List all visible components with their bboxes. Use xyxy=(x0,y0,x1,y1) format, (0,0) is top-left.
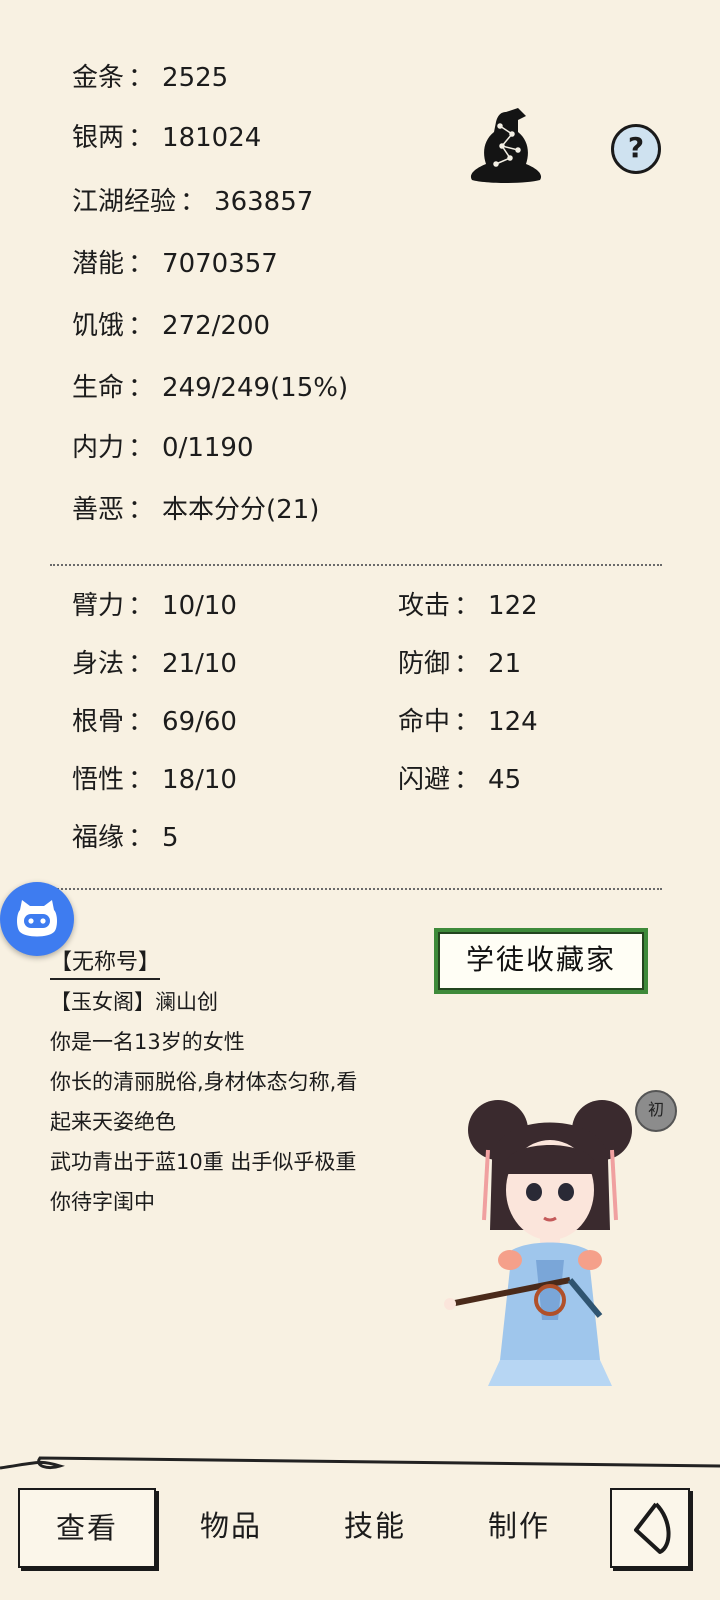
stat-value: 124 xyxy=(488,707,538,737)
meditation-silhouette-icon[interactable] xyxy=(466,104,546,186)
tab-items[interactable]: 物品 xyxy=(164,1488,298,1564)
stat-experience: 江湖经验： 363857 xyxy=(72,186,313,218)
stat-separator: ： xyxy=(128,649,155,679)
bio-line: 武功青出于蓝10重 出手似乎极重 xyxy=(50,1150,357,1174)
stat-separator: ： xyxy=(128,707,155,737)
stat-separator: ： xyxy=(128,591,155,621)
stat-value: 272/200 xyxy=(162,311,271,341)
stat-value: 0/1190 xyxy=(162,433,254,463)
stat-label: 身法 xyxy=(72,649,125,679)
stat-value: 本本分分(21) xyxy=(162,495,320,525)
stat-label: 饥饿 xyxy=(72,311,125,341)
stat-separator: ： xyxy=(180,187,207,217)
stat-separator: ： xyxy=(454,591,481,621)
stat-separator: ： xyxy=(454,765,481,795)
stat-value: 2525 xyxy=(162,63,229,93)
tab-skills[interactable]: 技能 xyxy=(308,1488,442,1564)
attr-strength: 臂力： 10/10 xyxy=(72,590,237,622)
character-portrait xyxy=(444,1100,632,1386)
stat-value: 181024 xyxy=(162,123,262,153)
combat-accuracy: 命中： 124 xyxy=(398,706,538,738)
stat-separator: ： xyxy=(128,123,155,153)
stat-value: 69/60 xyxy=(162,707,237,737)
section-divider xyxy=(50,564,662,566)
stat-label: 悟性 xyxy=(72,765,125,795)
stat-separator: ： xyxy=(128,765,155,795)
stat-label: 攻击 xyxy=(398,591,451,621)
badge-text: 学徒收藏家 xyxy=(438,932,644,990)
stat-value: 7070357 xyxy=(162,249,278,279)
achievement-badge[interactable]: 学徒收藏家 xyxy=(434,928,648,994)
stat-separator: ： xyxy=(454,707,481,737)
character-sect: 【玉女阁】澜山创 xyxy=(50,990,218,1014)
stat-value: 249/249(15%) xyxy=(162,373,349,403)
stat-value: 122 xyxy=(488,591,538,621)
bio-line: 你待字闺中 xyxy=(50,1190,155,1214)
stat-internal-force: 内力： 0/1190 xyxy=(72,432,254,464)
stat-label: 命中 xyxy=(398,707,451,737)
stat-value: 45 xyxy=(488,765,522,795)
help-icon: ? xyxy=(627,131,645,164)
bio-line: 你是一名13岁的女性 xyxy=(50,1030,245,1054)
help-button[interactable]: ? xyxy=(611,124,661,174)
bottom-nav: 查看 物品 技能 制作 xyxy=(0,1466,720,1600)
stat-silver: 银两： 181024 xyxy=(72,122,261,154)
attr-agility: 身法： 21/10 xyxy=(72,648,237,680)
stat-morality: 善恶：本本分分(21) xyxy=(72,494,319,526)
stat-separator: ： xyxy=(128,311,155,341)
attr-fortune: 福缘： 5 xyxy=(72,822,179,854)
bio-line: 起来天姿绝色 xyxy=(50,1110,176,1134)
stat-label: 防御 xyxy=(398,649,451,679)
stat-label: 江湖经验 xyxy=(72,187,177,217)
stat-value: 21 xyxy=(488,649,522,679)
stat-separator: ： xyxy=(454,649,481,679)
stat-separator: ： xyxy=(128,495,155,525)
character-title[interactable]: 【无称号】 xyxy=(50,948,161,980)
stat-hunger: 饥饿： 272/200 xyxy=(72,310,270,342)
stat-label: 银两 xyxy=(72,123,125,153)
tab-view[interactable]: 查看 xyxy=(18,1488,156,1568)
stat-label: 福缘 xyxy=(72,823,125,853)
attr-constitution: 根骨： 69/60 xyxy=(72,706,237,738)
stat-separator: ： xyxy=(128,373,155,403)
stat-separator: ： xyxy=(128,63,155,93)
combat-defense: 防御： 21 xyxy=(398,648,521,680)
stat-label: 生命 xyxy=(72,373,125,403)
back-button[interactable] xyxy=(610,1488,690,1568)
attr-comprehension: 悟性： 18/10 xyxy=(72,764,237,796)
stat-separator: ： xyxy=(128,249,155,279)
stat-value: 5 xyxy=(162,823,179,853)
stat-label: 臂力 xyxy=(72,591,125,621)
stat-label: 内力 xyxy=(72,433,125,463)
stat-label: 金条 xyxy=(72,63,125,93)
character-bio: 【无称号】 【玉女阁】澜山创 你是一名13岁的女性 你长的清丽脱俗,身材体态匀称… xyxy=(50,942,410,1222)
section-divider xyxy=(50,888,662,890)
tab-craft[interactable]: 制作 xyxy=(452,1488,586,1564)
stat-health: 生命： 249/249(15%) xyxy=(72,372,348,404)
stat-separator: ： xyxy=(128,433,155,463)
combat-attack: 攻击： 122 xyxy=(398,590,538,622)
stat-value: 18/10 xyxy=(162,765,237,795)
stat-value: 10/10 xyxy=(162,591,237,621)
stat-label: 闪避 xyxy=(398,765,451,795)
stat-label: 善恶 xyxy=(72,495,125,525)
stat-label: 潜能 xyxy=(72,249,125,279)
stat-value: 21/10 xyxy=(162,649,237,679)
bio-line: 你长的清丽脱俗,身材体态匀称,看 xyxy=(50,1070,358,1094)
stat-separator: ： xyxy=(128,823,155,853)
stat-value: 363857 xyxy=(214,187,314,217)
stat-label: 根骨 xyxy=(72,707,125,737)
back-icon xyxy=(634,1502,671,1554)
combat-dodge: 闪避： 45 xyxy=(398,764,521,796)
stat-gold-bars: 金条： 2525 xyxy=(72,62,228,94)
stat-potential: 潜能： 7070357 xyxy=(72,248,278,280)
